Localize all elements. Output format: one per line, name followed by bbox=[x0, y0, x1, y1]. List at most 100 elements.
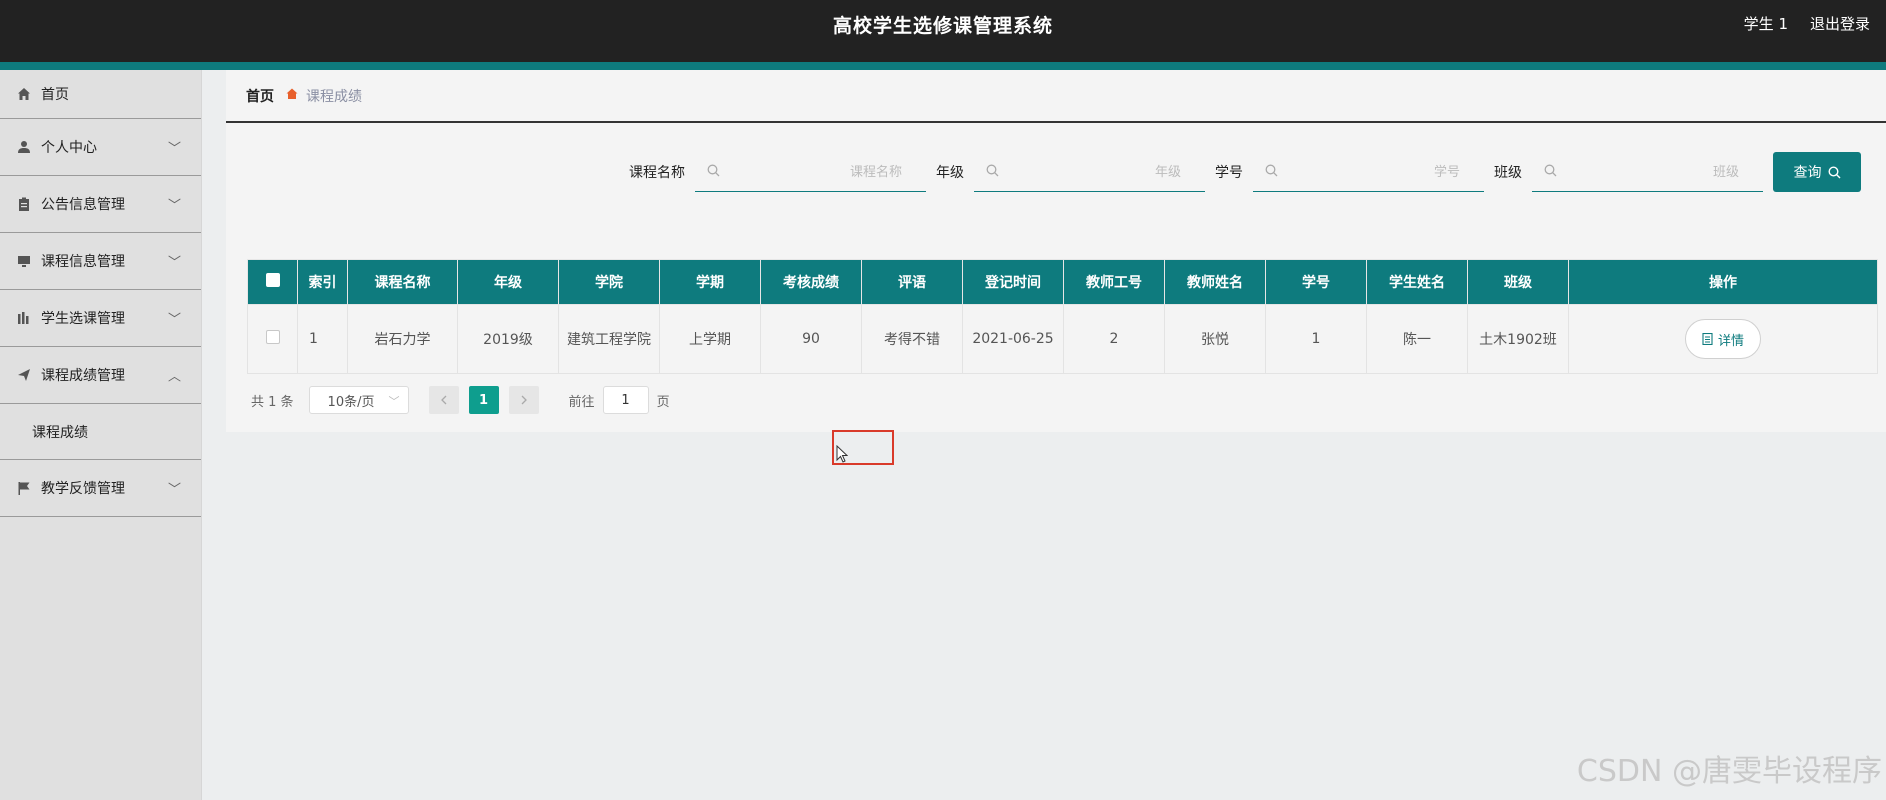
house-icon bbox=[286, 88, 298, 103]
page-size-value: 10条/页 bbox=[327, 394, 375, 410]
student-no-input[interactable] bbox=[1287, 152, 1472, 192]
class-input[interactable] bbox=[1566, 152, 1751, 192]
sidebar-item-teaching-feedback-management[interactable]: 教学反馈管理 ﹀ bbox=[0, 460, 201, 517]
flag-icon bbox=[16, 480, 32, 496]
column-header: 教师姓名 bbox=[1164, 259, 1266, 305]
total-count: 共 1 条 bbox=[251, 394, 294, 410]
breadcrumb-current: 课程成绩 bbox=[306, 88, 362, 105]
sidebar-item-label: 课程成绩管理 bbox=[41, 368, 125, 384]
goto-page: 前往 页 bbox=[569, 386, 670, 414]
query-button-label: 查询 bbox=[1793, 165, 1822, 181]
logout-link[interactable]: 退出登录 bbox=[1810, 13, 1870, 34]
prev-page-button[interactable] bbox=[428, 386, 459, 414]
sidebar-item-label: 个人中心 bbox=[41, 140, 97, 156]
user-icon bbox=[16, 139, 32, 155]
user-area: 学生 1 退出登录 bbox=[1744, 13, 1870, 34]
cell-teacher-name: 张悦 bbox=[1164, 304, 1266, 374]
sidebar-item-label: 课程成绩 bbox=[32, 424, 88, 441]
page-number-button[interactable]: 1 bbox=[468, 386, 499, 414]
chevron-right-icon bbox=[521, 395, 527, 405]
chevron-down-icon: ﹀ bbox=[167, 482, 181, 498]
header-accent-stripe bbox=[0, 62, 1886, 70]
chevron-up-icon: ︿ bbox=[167, 369, 181, 385]
column-header: 学院 bbox=[558, 259, 660, 305]
cell-comment: 考得不错 bbox=[861, 304, 963, 374]
next-page-button[interactable] bbox=[508, 386, 539, 414]
column-header: 年级 bbox=[457, 259, 559, 305]
pagination: 共 1 条 10条/页 ﹀ 1 前往 页 bbox=[251, 386, 670, 414]
sidebar-item-label: 首页 bbox=[41, 87, 69, 103]
breadcrumb-home[interactable]: 首页 bbox=[246, 86, 274, 106]
search-icon bbox=[986, 164, 999, 177]
column-header: 索引 bbox=[297, 259, 348, 305]
bar-chart-icon bbox=[16, 310, 32, 326]
table-row: 1 岩石力学 2019级 建筑工程学院 上学期 90 考得不错 2021-06-… bbox=[247, 304, 1878, 374]
course-name-field bbox=[695, 152, 926, 192]
detail-button[interactable]: 详情 bbox=[1684, 319, 1761, 359]
monitor-icon bbox=[16, 253, 32, 269]
cell-date: 2021-06-25 bbox=[962, 304, 1064, 374]
sidebar-item-label: 课程信息管理 bbox=[41, 254, 125, 270]
document-icon bbox=[1702, 333, 1713, 345]
class-label: 班级 bbox=[1494, 165, 1522, 181]
cell-term: 上学期 bbox=[659, 304, 761, 374]
row-select-cell bbox=[247, 304, 298, 374]
course-name-input[interactable] bbox=[729, 152, 914, 192]
cell-index: 1 bbox=[297, 304, 348, 374]
watermark: CSDN @唐雯毕设程序 bbox=[1576, 754, 1882, 789]
sidebar-item-announcement-management[interactable]: 公告信息管理 ﹀ bbox=[0, 176, 201, 233]
column-header: 学号 bbox=[1265, 259, 1367, 305]
page-suffix: 页 bbox=[656, 394, 670, 410]
grade-field bbox=[974, 152, 1205, 192]
detail-button-label: 详情 bbox=[1717, 333, 1744, 349]
home-icon bbox=[16, 86, 32, 102]
column-header: 学生姓名 bbox=[1366, 259, 1468, 305]
column-header: 教师工号 bbox=[1063, 259, 1165, 305]
sidebar-item-label: 学生选课管理 bbox=[41, 311, 125, 327]
sidebar-item-course-selection-management[interactable]: 学生选课管理 ﹀ bbox=[0, 290, 201, 347]
grade-label: 年级 bbox=[936, 165, 964, 181]
chevron-left-icon bbox=[440, 395, 447, 405]
current-user[interactable]: 学生 1 bbox=[1744, 13, 1788, 34]
goto-page-input[interactable] bbox=[602, 386, 649, 414]
select-all-cell bbox=[247, 259, 298, 305]
sidebar-item-label: 公告信息管理 bbox=[41, 197, 125, 213]
sidebar: 首页 个人中心 ﹀ 公告信息管理 ﹀ 课程信息管理 ﹀ 学生选课管理 ﹀ 课程成… bbox=[0, 70, 202, 800]
cell-class: 土木1902班 bbox=[1467, 304, 1569, 374]
student-no-label: 学号 bbox=[1215, 165, 1243, 181]
cell-college: 建筑工程学院 bbox=[558, 304, 660, 374]
mouse-cursor-icon bbox=[836, 445, 848, 463]
chevron-down-icon: ﹀ bbox=[167, 312, 181, 328]
column-header: 考核成绩 bbox=[760, 259, 862, 305]
search-icon bbox=[1827, 165, 1840, 178]
sidebar-item-course-info-management[interactable]: 课程信息管理 ﹀ bbox=[0, 233, 201, 290]
cell-actions: 详情 bbox=[1568, 304, 1878, 374]
app-title: 高校学生选修课管理系统 bbox=[832, 15, 1053, 37]
cell-student-no: 1 bbox=[1265, 304, 1367, 374]
sidebar-item-personal-center[interactable]: 个人中心 ﹀ bbox=[0, 119, 201, 176]
column-header: 评语 bbox=[861, 259, 963, 305]
sidebar-item-home[interactable]: 首页 bbox=[0, 70, 201, 119]
query-button[interactable]: 查询 bbox=[1773, 152, 1861, 192]
search-icon bbox=[1265, 164, 1278, 177]
column-header: 课程名称 bbox=[347, 259, 458, 305]
sidebar-item-course-grade-management[interactable]: 课程成绩管理 ︿ bbox=[0, 347, 201, 404]
select-all-checkbox[interactable] bbox=[265, 273, 280, 287]
sidebar-item-course-grades[interactable]: 课程成绩 bbox=[0, 404, 201, 460]
student-no-field bbox=[1253, 152, 1484, 192]
search-icon bbox=[707, 164, 720, 177]
goto-label: 前往 bbox=[568, 394, 595, 410]
row-checkbox[interactable] bbox=[265, 330, 280, 344]
send-icon bbox=[16, 367, 32, 383]
cell-score: 90 bbox=[760, 304, 862, 374]
chevron-down-icon: ﹀ bbox=[167, 255, 181, 271]
search-bar: 课程名称 年级 学号 班级 查询 bbox=[629, 152, 1861, 192]
grade-input[interactable] bbox=[1008, 152, 1193, 192]
chevron-down-icon: ﹀ bbox=[167, 198, 181, 214]
cell-teacher-no: 2 bbox=[1063, 304, 1165, 374]
column-header: 学期 bbox=[659, 259, 761, 305]
chevron-down-icon: ﹀ bbox=[388, 395, 400, 408]
clipboard-icon bbox=[16, 196, 32, 212]
page-size-select[interactable]: 10条/页 ﹀ bbox=[308, 386, 409, 414]
class-field bbox=[1532, 152, 1763, 192]
